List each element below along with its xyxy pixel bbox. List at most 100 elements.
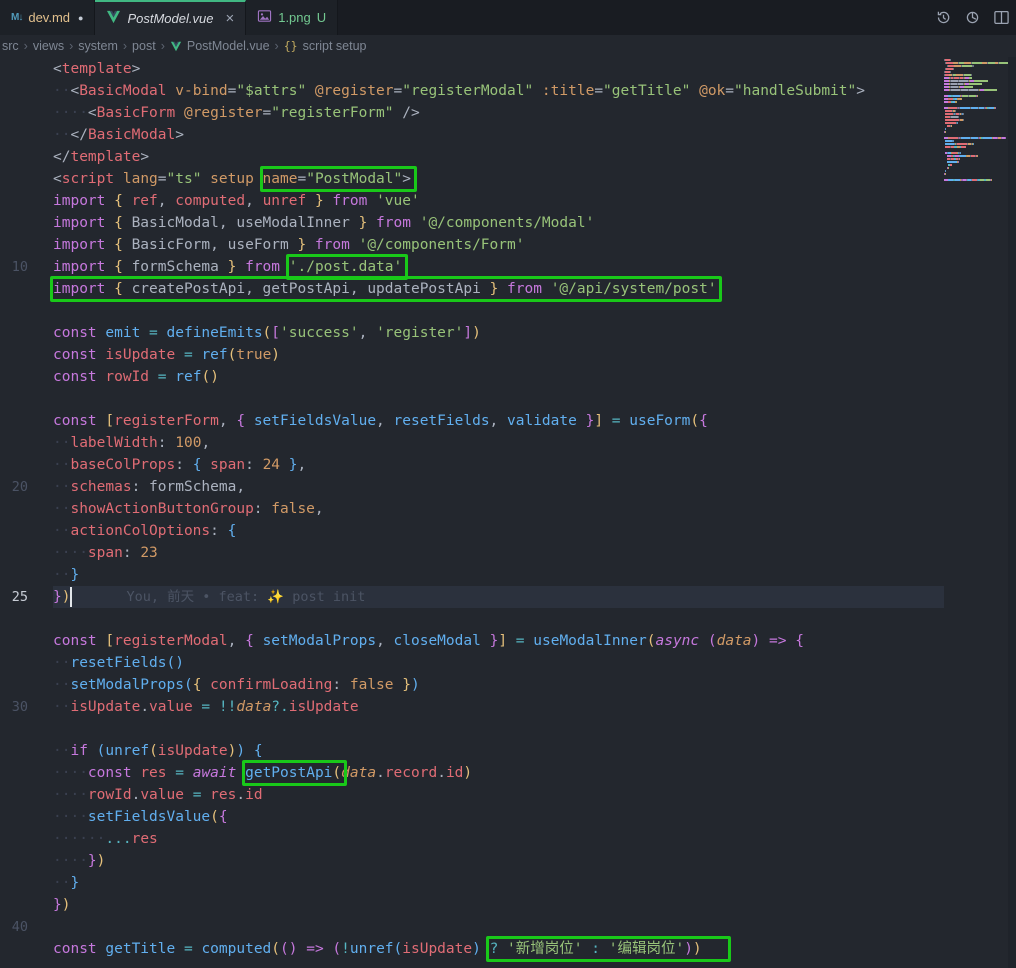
line-number[interactable] xyxy=(0,850,46,872)
tab-1-png[interactable]: 1.png U xyxy=(246,0,338,35)
code-line[interactable]: ····span: 23 xyxy=(53,542,944,564)
line-number[interactable] xyxy=(0,608,46,630)
line-number[interactable] xyxy=(0,234,46,256)
code-line[interactable]: import { createPostApi, getPostApi, upda… xyxy=(53,278,944,300)
code-line[interactable]: const rowId = ref() xyxy=(53,366,944,388)
line-number[interactable] xyxy=(0,542,46,564)
code-line[interactable] xyxy=(53,608,944,630)
line-number[interactable] xyxy=(0,278,46,300)
code-area[interactable]: <template>··<BasicModal v-bind="$attrs" … xyxy=(46,57,944,968)
line-number[interactable] xyxy=(0,388,46,410)
code-line[interactable]: ····rowId.value = res.id xyxy=(53,784,944,806)
code-line[interactable]: ····const res = await getPostApi(data.re… xyxy=(53,762,944,784)
line-number[interactable] xyxy=(0,652,46,674)
code-line[interactable] xyxy=(53,916,944,938)
code-line[interactable]: const [registerModal, { setModalProps, c… xyxy=(53,630,944,652)
line-number[interactable] xyxy=(0,872,46,894)
code-line[interactable]: import { BasicModal, useModalInner } fro… xyxy=(53,212,944,234)
code-line[interactable]: const [registerForm, { setFieldsValue, r… xyxy=(53,410,944,432)
line-number[interactable] xyxy=(0,212,46,234)
code-line[interactable]: import { formSchema } from './post.data' xyxy=(53,256,944,278)
code-line[interactable]: }) xyxy=(53,894,944,916)
line-number[interactable]: 20 xyxy=(0,476,46,498)
code-line[interactable]: </template> xyxy=(53,146,944,168)
code-line[interactable] xyxy=(53,718,944,740)
minimap[interactable] xyxy=(944,57,1008,968)
tab-dev-md[interactable]: M↓ dev.md ● xyxy=(0,0,95,35)
line-number[interactable] xyxy=(0,938,46,960)
line-number[interactable] xyxy=(0,454,46,476)
code-line[interactable]: ··} xyxy=(53,564,944,586)
line-number[interactable] xyxy=(0,344,46,366)
line-number[interactable] xyxy=(0,58,46,80)
breadcrumb-item-file[interactable]: PostModel.vue xyxy=(187,39,270,53)
code-line[interactable]: <template> xyxy=(53,58,944,80)
line-number[interactable] xyxy=(0,410,46,432)
code-line[interactable]: ··baseColProps: { span: 24 }, xyxy=(53,454,944,476)
line-number[interactable] xyxy=(0,432,46,454)
tab-postmodel-vue[interactable]: PostModel.vue × xyxy=(95,0,246,35)
code-line[interactable]: ··setModalProps({ confirmLoading: false … xyxy=(53,674,944,696)
code-line[interactable]: import { BasicForm, useForm } from '@/co… xyxy=(53,234,944,256)
code-line[interactable] xyxy=(53,388,944,410)
code-line[interactable]: ··} xyxy=(53,872,944,894)
line-number[interactable] xyxy=(0,828,46,850)
code-line[interactable]: const getTitle = computed(() => (!unref(… xyxy=(53,938,944,960)
code-line[interactable]: const emit = defineEmits(['success', 're… xyxy=(53,322,944,344)
code-line[interactable]: ····setFieldsValue({ xyxy=(53,806,944,828)
line-number[interactable] xyxy=(0,190,46,212)
code-line[interactable]: ··</BasicModal> xyxy=(53,124,944,146)
line-number[interactable]: 40 xyxy=(0,916,46,938)
code-line[interactable] xyxy=(53,300,944,322)
split-editor-icon[interactable] xyxy=(993,9,1010,26)
line-number[interactable] xyxy=(0,762,46,784)
breadcrumb-item-system[interactable]: system xyxy=(78,39,118,53)
line-number[interactable]: 25 xyxy=(0,586,46,608)
line-number[interactable] xyxy=(0,564,46,586)
line-number[interactable] xyxy=(0,630,46,652)
code-line[interactable]: ··<BasicModal v-bind="$attrs" @register=… xyxy=(53,80,944,102)
line-number[interactable] xyxy=(0,300,46,322)
code-line[interactable]: ······...res xyxy=(53,828,944,850)
code-line[interactable]: ··isUpdate.value = !!data?.isUpdate xyxy=(53,696,944,718)
line-number[interactable] xyxy=(0,366,46,388)
code-line[interactable]: ····<BasicForm @register="registerForm" … xyxy=(53,102,944,124)
line-number[interactable] xyxy=(0,102,46,124)
code-line[interactable]: ··if (unref(isUpdate)) { xyxy=(53,740,944,762)
code-line[interactable]: })You, 前天 • feat: ✨ post init xyxy=(53,586,944,608)
scrollbar[interactable] xyxy=(1008,57,1016,968)
breadcrumb-item-views[interactable]: views xyxy=(33,39,64,53)
code-line[interactable]: ··showActionButtonGroup: false, xyxy=(53,498,944,520)
line-number[interactable] xyxy=(0,740,46,762)
line-number[interactable] xyxy=(0,520,46,542)
code-line[interactable]: ····}) xyxy=(53,850,944,872)
line-number[interactable] xyxy=(0,784,46,806)
code-line[interactable]: ··schemas: formSchema, xyxy=(53,476,944,498)
line-number[interactable] xyxy=(0,674,46,696)
line-number[interactable] xyxy=(0,806,46,828)
code-line[interactable]: ··labelWidth: 100, xyxy=(53,432,944,454)
line-number[interactable]: 30 xyxy=(0,696,46,718)
line-number[interactable] xyxy=(0,168,46,190)
breadcrumb-item-src[interactable]: src xyxy=(2,39,19,53)
timeline-icon[interactable] xyxy=(935,9,952,26)
line-number[interactable] xyxy=(0,498,46,520)
close-icon[interactable]: × xyxy=(225,11,234,26)
line-number[interactable] xyxy=(0,80,46,102)
code-line[interactable]: ··resetFields() xyxy=(53,652,944,674)
compare-changes-icon[interactable] xyxy=(964,9,981,26)
code-line[interactable]: import { ref, computed, unref } from 'vu… xyxy=(53,190,944,212)
line-number[interactable]: 10 xyxy=(0,256,46,278)
line-number[interactable] xyxy=(0,146,46,168)
code-token: updatePostApi xyxy=(367,281,481,297)
breadcrumb-item-post[interactable]: post xyxy=(132,39,156,53)
line-number[interactable] xyxy=(0,124,46,146)
minimap-line xyxy=(944,71,1008,73)
line-number[interactable] xyxy=(0,718,46,740)
code-line[interactable]: <script lang="ts" setup name="PostModal"… xyxy=(53,168,944,190)
breadcrumb-item-symbol[interactable]: script setup xyxy=(303,39,367,53)
line-number[interactable] xyxy=(0,894,46,916)
code-line[interactable]: const isUpdate = ref(true) xyxy=(53,344,944,366)
line-number[interactable] xyxy=(0,322,46,344)
code-line[interactable]: ··actionColOptions: { xyxy=(53,520,944,542)
